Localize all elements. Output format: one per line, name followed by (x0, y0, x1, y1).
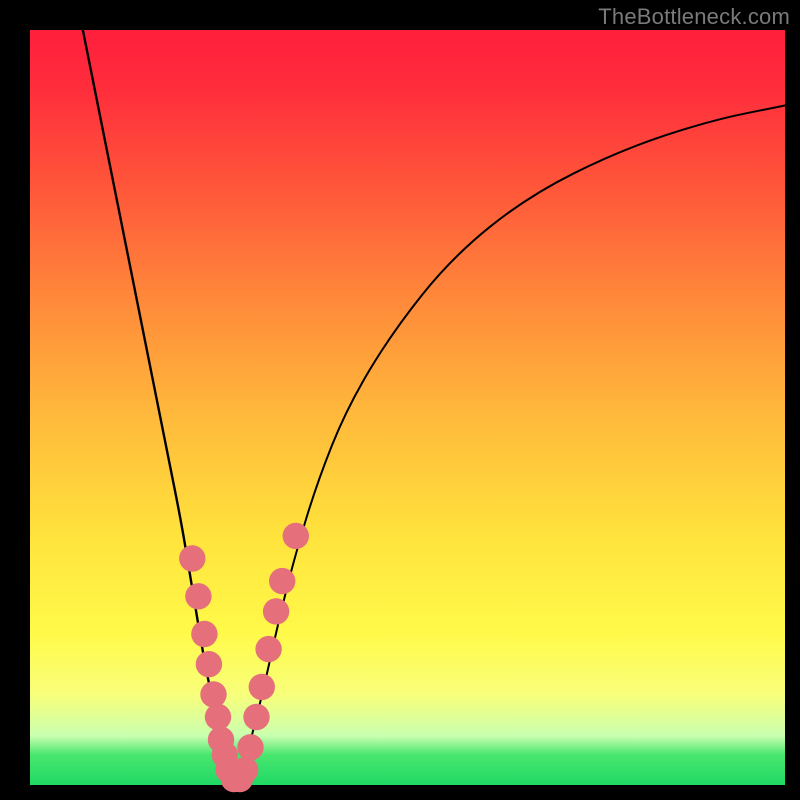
data-marker (249, 674, 275, 700)
data-marker (185, 583, 211, 609)
curve-right-branch (234, 106, 785, 782)
data-marker (269, 568, 295, 594)
data-marker (263, 598, 289, 624)
marker-group (179, 523, 309, 793)
chart-svg (30, 30, 785, 785)
data-marker (200, 681, 226, 707)
chart-frame: TheBottleneck.com (0, 0, 800, 800)
data-marker (283, 523, 309, 549)
data-marker (243, 704, 269, 730)
data-marker (205, 704, 231, 730)
watermark-text: TheBottleneck.com (598, 4, 790, 30)
data-marker (255, 636, 281, 662)
data-marker (179, 545, 205, 571)
chart-plot-area (30, 30, 785, 785)
data-marker (232, 757, 258, 783)
data-marker (191, 621, 217, 647)
data-marker (237, 734, 263, 760)
data-marker (196, 651, 222, 677)
